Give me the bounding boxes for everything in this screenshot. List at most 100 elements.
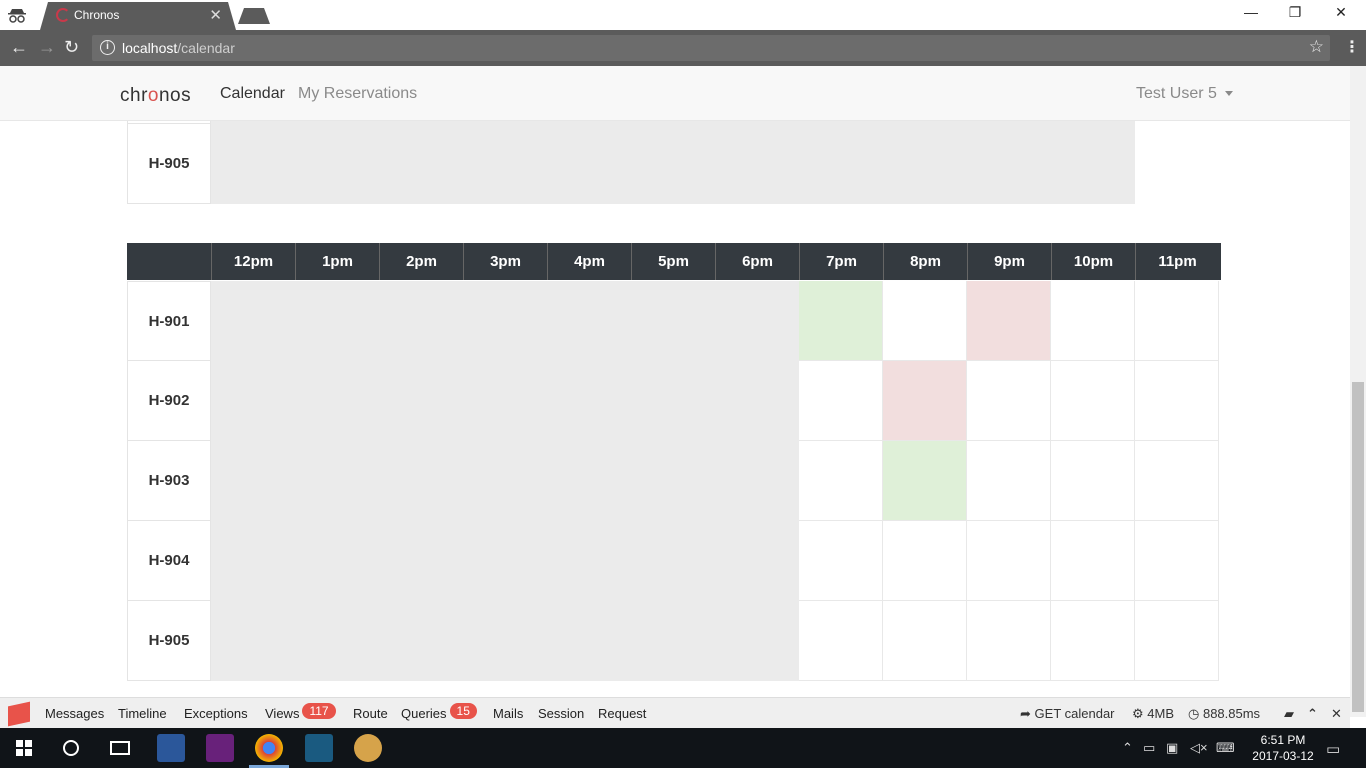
taskbar-clock[interactable]: 6:51 PM 2017-03-12 [1250, 732, 1316, 764]
time-slot-taken[interactable] [967, 281, 1051, 361]
time-slot-free[interactable] [967, 441, 1051, 521]
time-slot-free[interactable] [1051, 361, 1135, 441]
chevron-up-icon[interactable]: ⌃ [1307, 706, 1318, 722]
time-slot-free[interactable] [1135, 281, 1219, 361]
time-slot-free[interactable] [883, 281, 967, 361]
time-slot-past [379, 281, 463, 361]
back-arrow-icon[interactable]: ← [10, 37, 28, 58]
time-slot-past [799, 124, 883, 204]
debugbar-exceptions[interactable]: Exceptions [184, 706, 248, 721]
time-slot-free[interactable] [1051, 521, 1135, 601]
debugbar-logo-icon[interactable] [8, 701, 30, 727]
brand-logo[interactable]: chronos [120, 85, 191, 107]
time-slot-past [715, 281, 799, 361]
time-slot-free[interactable] [883, 601, 967, 681]
debugbar-views[interactable]: Views 117 [265, 703, 336, 721]
time-slot-free[interactable] [799, 441, 883, 521]
url-text[interactable]: localhost/calendar [122, 40, 235, 56]
time-slot-free[interactable] [799, 601, 883, 681]
tray-chevron-icon[interactable]: ⌃ [1122, 740, 1133, 756]
time-slot-past [715, 601, 799, 681]
caret-down-icon [1224, 91, 1233, 97]
time-slot-past [547, 361, 631, 441]
close-window-button[interactable]: ✕ [1318, 4, 1364, 24]
time-slot-past [631, 441, 715, 521]
time-slot-free[interactable] [1135, 521, 1219, 601]
volume-muted-icon[interactable]: ◁× [1190, 740, 1208, 756]
time-slot-free[interactable] [1135, 441, 1219, 521]
action-center-icon[interactable]: ▭ [1326, 740, 1340, 758]
time-slot-past [211, 281, 295, 361]
debugbar-queries[interactable]: Queries 15 [401, 703, 477, 721]
time-slot-free[interactable] [883, 521, 967, 601]
visual-studio-icon[interactable] [206, 734, 234, 762]
time-slot-free[interactable] [799, 361, 883, 441]
network-icon[interactable]: ▣ [1166, 740, 1178, 756]
app-navbar: chronos Calendar My Reservations Test Us… [0, 66, 1350, 121]
time-slot-free[interactable] [799, 521, 883, 601]
restore-button[interactable]: ❐ [1272, 4, 1318, 24]
debugbar: Messages Timeline Exceptions Views 117 Ro… [0, 697, 1350, 728]
keyboard-icon[interactable]: ⌨ [1216, 740, 1235, 756]
browser-menu-icon[interactable]: ⋮ [1344, 37, 1360, 57]
scrollbar-thumb[interactable] [1352, 382, 1364, 712]
time-slot-past [631, 601, 715, 681]
time-slot-past [547, 601, 631, 681]
time-slot-free[interactable] [1135, 361, 1219, 441]
browser-tab-chronos[interactable]: Chronos ✕ [40, 2, 236, 30]
task-view-icon[interactable] [110, 741, 130, 755]
time-slot-mine[interactable] [799, 281, 883, 361]
time-slot-free[interactable] [967, 361, 1051, 441]
time-slot-past [295, 521, 379, 601]
debugbar-route[interactable]: Route [353, 706, 388, 721]
page-scrollbar[interactable] [1350, 66, 1366, 717]
mysql-workbench-icon[interactable] [305, 734, 333, 762]
paint-app-icon[interactable] [354, 734, 382, 762]
word-app-icon[interactable] [157, 734, 185, 762]
debugbar-timeline[interactable]: Timeline [118, 706, 167, 721]
chrome-app-icon[interactable] [255, 734, 283, 762]
minimize-button[interactable]: — [1228, 4, 1274, 24]
hour-header: 9pm [967, 243, 1051, 280]
cortana-search-icon[interactable] [63, 740, 79, 756]
time-slot-past [967, 124, 1051, 204]
time-slot-past [211, 521, 295, 601]
address-bar[interactable]: i localhost/calendar ☆ [92, 35, 1330, 61]
time-slot-free[interactable] [1135, 601, 1219, 681]
debugbar-request[interactable]: Request [598, 706, 646, 721]
time-slot-past [463, 441, 547, 521]
hour-header: 12pm [211, 243, 295, 280]
browser-tabstrip: Chronos ✕ — ❐ ✕ [0, 0, 1366, 30]
time-slot-past [547, 441, 631, 521]
debugbar-session[interactable]: Session [538, 706, 584, 721]
windows-start-icon[interactable] [16, 740, 32, 756]
new-tab-button[interactable] [238, 8, 270, 24]
nav-calendar[interactable]: Calendar [220, 85, 285, 103]
time-slot-past [631, 361, 715, 441]
user-dropdown[interactable]: Test User 5 [1136, 85, 1233, 103]
time-slot-mine[interactable] [883, 441, 967, 521]
battery-icon[interactable]: ▭ [1143, 740, 1155, 756]
folder-open-icon[interactable]: ▰ [1284, 706, 1294, 722]
debugbar-messages[interactable]: Messages [45, 706, 104, 721]
reload-icon[interactable]: ↻ [64, 37, 79, 58]
time-slot-taken[interactable] [883, 361, 967, 441]
time-slot-past [295, 601, 379, 681]
site-info-icon[interactable]: i [100, 40, 115, 55]
tab-close-icon[interactable]: ✕ [209, 6, 222, 24]
nav-my-reservations[interactable]: My Reservations [298, 85, 417, 103]
debugbar-close-icon[interactable]: ✕ [1331, 706, 1342, 722]
time-slot-free[interactable] [1051, 441, 1135, 521]
time-slot-past [463, 281, 547, 361]
time-slot-free[interactable] [967, 521, 1051, 601]
forward-arrow-icon[interactable]: → [38, 37, 56, 58]
time-slot-free[interactable] [967, 601, 1051, 681]
room-label: H-905 [127, 601, 211, 681]
time-slot-past [295, 361, 379, 441]
time-slot-past [463, 124, 547, 204]
debugbar-mails[interactable]: Mails [493, 706, 523, 721]
time-slot-past [211, 124, 295, 204]
time-slot-free[interactable] [1051, 281, 1135, 361]
time-slot-free[interactable] [1051, 601, 1135, 681]
bookmark-star-icon[interactable]: ☆ [1309, 37, 1324, 57]
